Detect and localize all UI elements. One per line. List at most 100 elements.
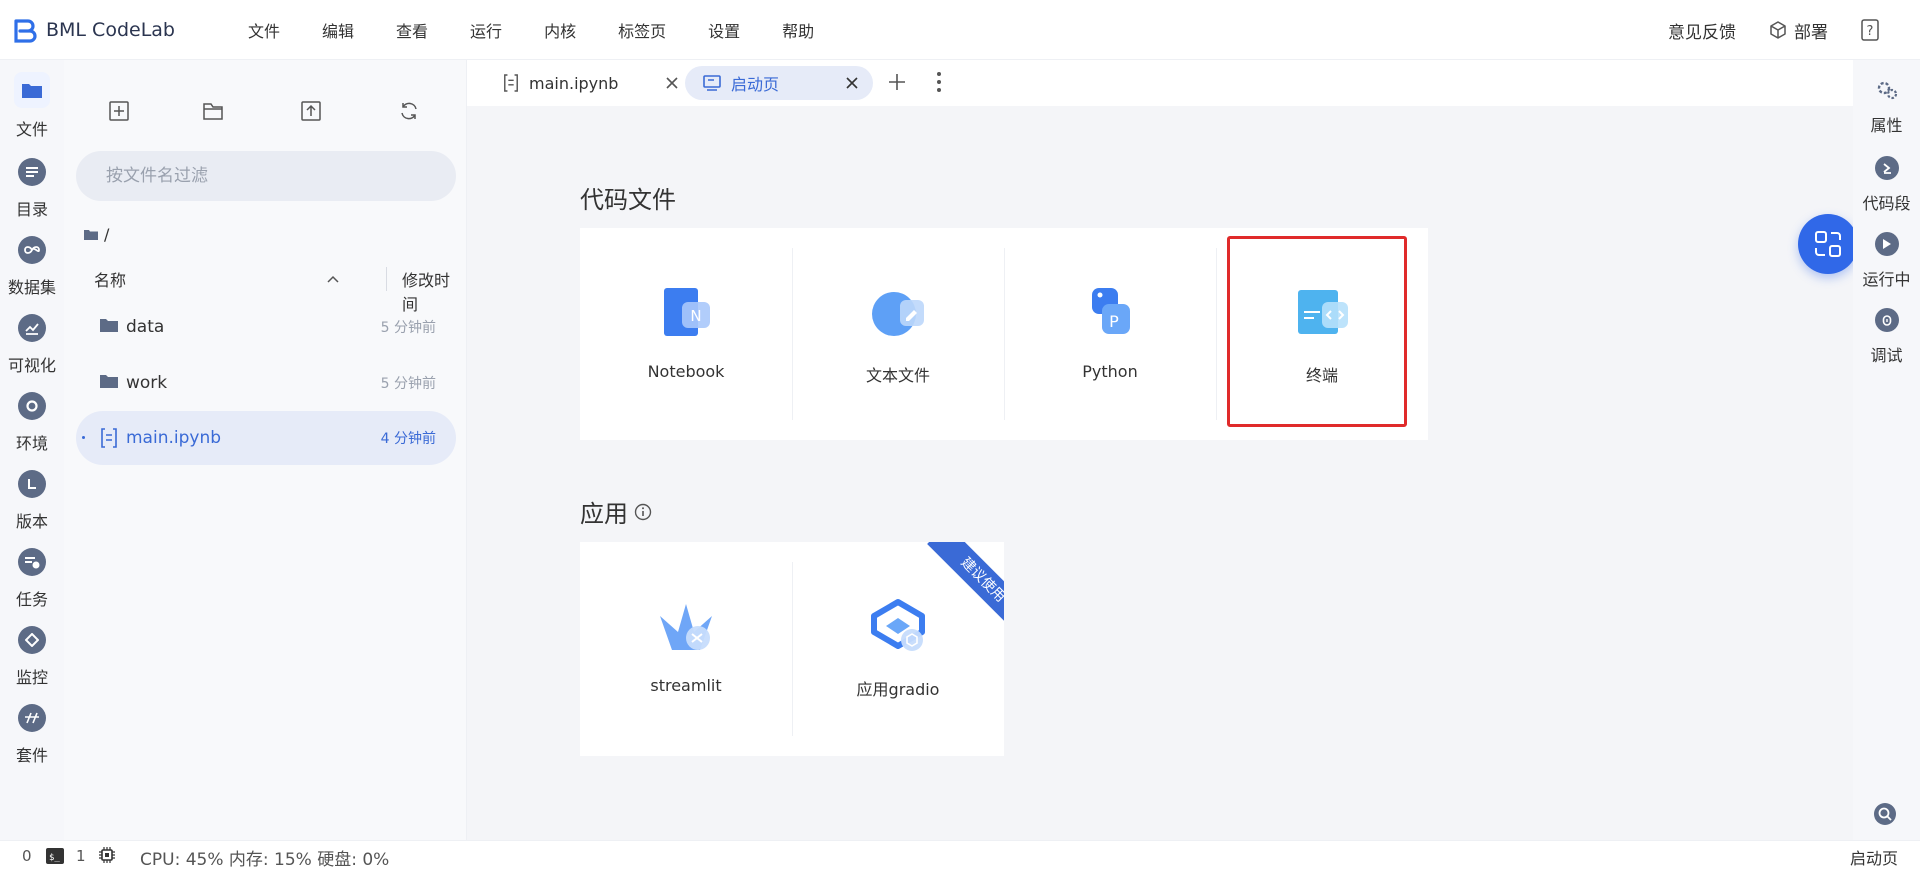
python-card[interactable]: P Python [1004, 228, 1216, 440]
rnav-label-snippets: 代码段 [1862, 194, 1911, 213]
new-file-button[interactable] [104, 96, 134, 126]
code-files-card: N Notebook 文本文件 P Python 终端 [580, 228, 1428, 440]
menu-edit[interactable]: 编辑 [322, 18, 354, 42]
menu-tabs[interactable]: 标签页 [618, 18, 666, 42]
close-icon[interactable] [665, 76, 679, 90]
terminal-icon [1298, 290, 1348, 334]
new-tab-button[interactable] [887, 72, 907, 96]
folder-icon [100, 319, 118, 332]
section-title-apps: 应用 [580, 494, 652, 529]
file-time: 5 分钟前 [380, 320, 436, 336]
upload-button[interactable] [296, 96, 326, 126]
app-logo[interactable]: BML CodeLab [10, 16, 230, 44]
notebook-file-icon: N [664, 288, 710, 336]
rnav-label-running: 运行中 [1862, 270, 1911, 289]
nav-item-monitor[interactable]: 监控 [0, 626, 64, 688]
rnav-label-properties: 属性 [1870, 116, 1903, 135]
ribbon-label: 建议使用 [927, 542, 1004, 628]
file-time: 4 分钟前 [380, 431, 436, 447]
terminal-card[interactable]: 终端 [1216, 228, 1428, 440]
card-label: Python [1082, 362, 1138, 381]
search-icon [1874, 803, 1896, 825]
nav-item-toc[interactable]: 目录 [0, 158, 64, 220]
terminal-icon[interactable]: $_ [46, 848, 64, 869]
app-title: BML CodeLab [46, 18, 175, 41]
top-right-actions: 意见反馈 部署 ? [1668, 0, 1880, 60]
recommended-ribbon: 建议使用 [918, 542, 1004, 628]
menu-run[interactable]: 运行 [470, 18, 502, 42]
new-folder-button[interactable] [198, 96, 228, 126]
gradio-card[interactable]: 应用gradio 建议使用 [792, 542, 1004, 756]
breadcrumb[interactable]: / [84, 225, 109, 244]
search-button[interactable] [1873, 802, 1897, 830]
menu-settings[interactable]: 设置 [708, 18, 740, 42]
task-icon [18, 548, 46, 576]
menu-help[interactable]: 帮助 [782, 18, 814, 42]
file-row-selected[interactable]: main.ipynb 4 分钟前 [76, 411, 456, 465]
file-row[interactable]: work 5 分钟前 [76, 356, 456, 410]
card-label: 终端 [1305, 366, 1338, 385]
tab-more-button[interactable] [935, 70, 943, 98]
close-icon[interactable] [845, 76, 859, 90]
nav-item-datasets[interactable]: 数据集 [0, 236, 64, 298]
top-bar: BML CodeLab 文件 编辑 查看 运行 内核 标签页 设置 帮助 意见反… [0, 0, 1920, 60]
nav-label-environment: 环境 [15, 434, 48, 453]
card-label: Notebook [647, 362, 725, 381]
rnav-item-debug[interactable]: 调试 [1853, 308, 1920, 366]
file-filter-input[interactable] [76, 151, 456, 201]
resource-usage: CPU: 45% 内存: 15% 硬盘: 0% [140, 850, 390, 870]
menu-view[interactable]: 查看 [396, 18, 428, 42]
nav-label-suite: 套件 [15, 746, 48, 765]
nav-item-environment[interactable]: 环境 [0, 392, 64, 454]
streamlit-card[interactable]: streamlit [580, 542, 792, 756]
nav-item-visualize[interactable]: 可视化 [0, 314, 64, 376]
rnav-item-snippets[interactable]: 代码段 [1853, 156, 1920, 214]
text-file-card[interactable]: 文本文件 [792, 228, 1004, 440]
notebook-card[interactable]: N Notebook [580, 228, 792, 440]
terminal-count[interactable]: 1 [76, 847, 86, 865]
feedback-link[interactable]: 意见反馈 [1668, 18, 1736, 43]
tab-main-ipynb[interactable]: main.ipynb [503, 66, 693, 100]
active-dot [82, 436, 85, 439]
launcher-icon [703, 75, 721, 91]
rnav-item-properties[interactable]: 属性 [1853, 80, 1920, 136]
file-name: main.ipynb [126, 428, 222, 448]
status-bar: 0 $_ 1 CPU: 45% 内存: 15% 硬盘: 0% 启动页 [0, 840, 1920, 870]
apps-card: streamlit 应用gradio 建议使用 [580, 542, 1004, 756]
switch-layout-fab[interactable] [1798, 214, 1858, 274]
menu-file[interactable]: 文件 [248, 18, 280, 42]
nav-item-tasks[interactable]: 任务 [0, 548, 64, 610]
status-count[interactable]: 0 [22, 847, 32, 865]
deploy-button[interactable]: 部署 [1768, 18, 1828, 43]
cpu-icon [98, 846, 116, 869]
section-title-apps-text: 应用 [580, 500, 628, 528]
menu-kernel[interactable]: 内核 [544, 18, 576, 42]
refresh-button[interactable] [394, 96, 424, 126]
column-name[interactable]: 名称 [94, 267, 126, 291]
status-current-tab: 启动页 [1849, 849, 1898, 868]
version-icon [18, 470, 46, 498]
plus-icon [889, 74, 905, 90]
sort-ascending-icon[interactable] [326, 269, 340, 288]
info-icon[interactable] [634, 503, 652, 521]
file-time: 5 分钟前 [380, 376, 436, 392]
tab-launcher[interactable]: 启动页 [685, 66, 873, 100]
nav-item-suite[interactable]: 套件 [0, 704, 64, 766]
file-list-header: 名称 修改时间 [94, 267, 464, 314]
svg-text:?: ? [1867, 24, 1874, 39]
help-button[interactable]: ? [1860, 19, 1880, 41]
rnav-item-running[interactable]: 运行中 [1853, 232, 1920, 290]
nav-item-files[interactable]: 文件 [0, 72, 64, 140]
text-file-icon [872, 292, 924, 336]
folder-outline-icon [203, 103, 223, 120]
chart-icon [18, 314, 46, 342]
file-row[interactable]: data 5 分钟前 [76, 300, 456, 354]
right-activity-bar: 属性 代码段 运行中 调试 [1853, 60, 1920, 840]
nav-label-datasets: 数据集 [7, 278, 56, 297]
tab-bar: main.ipynb 启动页 [467, 60, 1853, 106]
folder-icon [84, 230, 98, 240]
nav-item-version[interactable]: 版本 [0, 470, 64, 532]
deploy-label: 部署 [1794, 22, 1828, 43]
svg-text:$_: $_ [49, 853, 60, 863]
nav-label-visualize: 可视化 [7, 356, 56, 375]
